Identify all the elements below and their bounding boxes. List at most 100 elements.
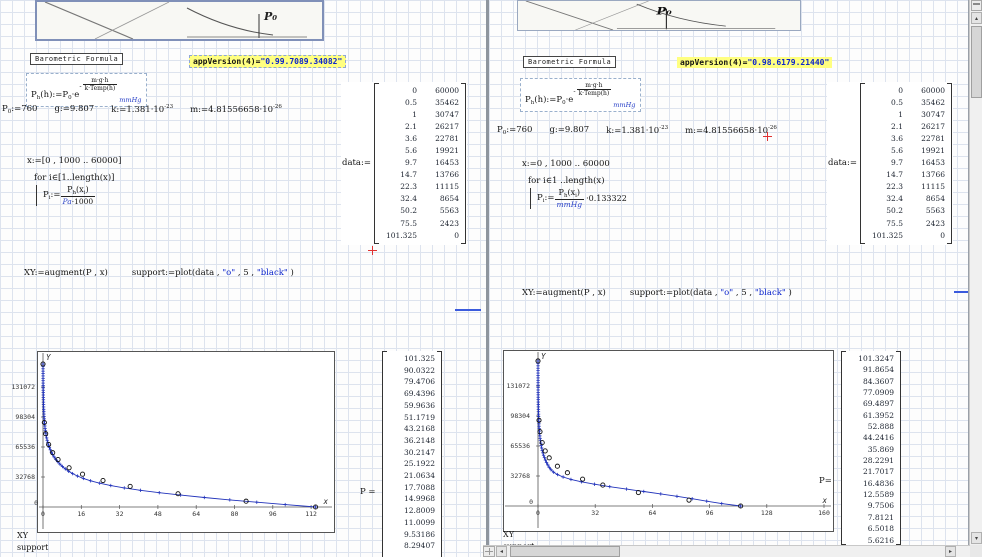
figure-drawing: P₀ — [37, 2, 322, 39]
vector-value: 11.0099 — [389, 517, 435, 529]
data-matrix-region[interactable]: data:= 0600000.5354621307472.1262173.622… — [827, 82, 953, 245]
app-version-region[interactable]: appVersion(4)="0.99.7089.34082" — [189, 55, 346, 68]
loop-scope: Pi:= Ph(xi) Pa·1000 — [36, 185, 114, 206]
app-version-region[interactable]: appVersion(4)="0.98.6179.21440" — [677, 57, 832, 68]
x-range-definition[interactable]: x:=0 , 1000 .. 60000 — [522, 159, 610, 169]
formula-exponent-minus: - — [573, 87, 575, 95]
next-regions-labels[interactable]: XY support — [17, 530, 48, 554]
const-g: g:=9.807 — [54, 104, 94, 115]
matrix-row: 22.311115 — [867, 181, 945, 193]
svg-text:98304: 98304 — [15, 413, 35, 421]
p-result-label: P= — [819, 476, 832, 486]
vector-value: 69.4897 — [848, 398, 894, 409]
vector-value: 16.4836 — [848, 478, 894, 489]
vertical-scroll-thumb[interactable] — [971, 26, 982, 98]
xy-support-row[interactable]: XY:=augment(P , x)support:=plot(data , "… — [24, 268, 294, 278]
app-version-call: appVersion(4)= — [193, 57, 260, 66]
data-matrix-region[interactable]: data:= 0600000.5354621307472.1262173.622… — [341, 82, 467, 245]
matrix-row: 130747 — [381, 109, 459, 121]
const-p0: P0:=760 — [497, 125, 532, 136]
for-loop-region[interactable]: for i∈1 ..length(x) Pi:= Ph(xi) mmHg ·0.… — [528, 176, 627, 209]
p-result-vector[interactable]: P = 101.32590.032279.470669.439659.96365… — [382, 351, 442, 557]
data-matrix-brackets: 0600000.5354621307472.1262173.6227815.61… — [374, 83, 466, 244]
figure-image[interactable]: P₀ — [517, 0, 801, 31]
vector-value: 21.7017 — [848, 466, 894, 477]
barometric-formula-region[interactable]: Ph(h):=P0·e-m·g·hk·Temp(h)mmHg — [26, 73, 147, 107]
svg-text:Y: Y — [46, 353, 51, 362]
region-title-box[interactable]: Barometric Formula — [523, 56, 616, 68]
support-region-label[interactable]: support — [17, 542, 48, 554]
vector-value: 79.4706 — [389, 376, 435, 388]
barometric-formula-region[interactable]: Ph(h):=P0·e-m·g·hk·Temp(h)mmHg — [520, 78, 641, 112]
matrix-row: 75.52423 — [381, 218, 459, 230]
scroll-up-icon[interactable]: ▴ — [971, 12, 982, 24]
vector-value: 35.869 — [848, 444, 894, 455]
p-result-vector[interactable]: P= 101.324791.865484.360777.090969.48976… — [841, 351, 901, 545]
p-assign-lhs: Pi:= — [537, 193, 555, 204]
constants-row[interactable]: P0:=760 g:=9.807 k:=1.381·10-23 m:=4.815… — [2, 104, 282, 115]
matrix-row: 32.48654 — [381, 193, 459, 205]
svg-text:0: 0 — [536, 509, 540, 517]
const-k: k:=1.381·10-23 — [606, 125, 668, 136]
scroll-down-icon[interactable]: ▾ — [971, 532, 982, 544]
scrollbar-corner — [970, 545, 982, 557]
svg-text:32: 32 — [591, 509, 599, 517]
horizontal-scrollbar[interactable]: ◂ ▸ — [483, 545, 970, 557]
matrix-row: 060000 — [867, 85, 945, 97]
matrix-row: 9.716453 — [867, 157, 945, 169]
xy-region-label[interactable]: XY — [503, 529, 534, 541]
scroll-right-icon[interactable]: ▸ — [945, 546, 956, 557]
xy-support-row[interactable]: XY:=augment(P , x)support:=plot(data , "… — [522, 288, 792, 298]
region-title-box[interactable]: Barometric Formula — [30, 53, 123, 65]
vector-value: 8.29407 — [389, 540, 435, 552]
vector-value: 5.6216 — [848, 535, 894, 546]
p-fraction: Ph(xi) mmHg — [555, 188, 585, 209]
vector-value: 101.325 — [389, 353, 435, 365]
window-split-icon[interactable] — [971, 0, 982, 11]
for-line: for i∈[1..length(x)] — [34, 173, 114, 183]
p-suffix: ·0.133322 — [586, 194, 627, 203]
scroll-left-icon[interactable]: ◂ — [496, 546, 507, 557]
xy-region-label[interactable]: XY — [17, 530, 48, 542]
worksheet-left[interactable]: P₀ Barometric Formula appVersion(4)="0.9… — [0, 0, 486, 557]
grid-toggle-icon[interactable] — [483, 546, 495, 557]
formula-lhs: Ph(h):=P0·e — [31, 90, 79, 100]
insertion-cursor-icon[interactable] — [763, 132, 772, 141]
constants-row[interactable]: P0:=760 g:=9.807 k:=1.381·10-23 m:=4.815… — [497, 125, 777, 136]
formula-unit: mmHg — [119, 96, 141, 104]
matrix-row: 0.535462 — [381, 97, 459, 109]
vector-value: 14.9968 — [389, 493, 435, 505]
svg-text:Y: Y — [541, 352, 546, 361]
horizontal-scroll-thumb[interactable] — [510, 546, 620, 557]
p-vector-values: 101.32590.032279.470669.439659.963651.17… — [389, 353, 435, 552]
app-version-value: "0.99.7089.34082" — [260, 57, 342, 66]
support-definition: support:=plot(data , "o" , 5 , "black" ) — [630, 288, 792, 298]
p-vector-brackets: 101.324791.865484.360777.090969.489761.3… — [841, 351, 901, 545]
pressure-plot[interactable]: 32768655369830413107200163248648096112Yx — [4, 350, 336, 534]
const-k: k:=1.381·10-23 — [111, 104, 173, 115]
loop-scope: Pi:= Ph(xi) mmHg ·0.133322 — [530, 188, 627, 209]
matrix-row: 32.48654 — [867, 193, 945, 205]
matrix-row: 50.25563 — [381, 205, 459, 217]
const-g: g:=9.807 — [549, 125, 589, 136]
for-loop-region[interactable]: for i∈[1..length(x)] Pi:= Ph(xi) Pa·1000 — [34, 173, 114, 206]
vertical-scrollbar[interactable]: ▴ ▾ — [969, 0, 982, 557]
matrix-row: 5.619921 — [381, 145, 459, 157]
p-den-unit: Pa — [63, 197, 72, 206]
formula-exponent-fraction: m·g·hk·Temp(h) — [83, 77, 118, 92]
insertion-cursor-icon[interactable] — [368, 246, 377, 255]
figure-p0-label: P₀ — [263, 10, 277, 23]
worksheet-right[interactable]: P₀ Barometric Formula appVersion(4)="0.9… — [489, 0, 968, 557]
svg-text:131072: 131072 — [507, 382, 531, 390]
figure-image[interactable]: P₀ — [35, 0, 324, 41]
x-range-definition[interactable]: x:=[0 , 1000 .. 60000] — [27, 156, 121, 166]
svg-text:32768: 32768 — [15, 473, 35, 481]
matrix-row: 060000 — [381, 85, 459, 97]
svg-text:98304: 98304 — [510, 412, 530, 420]
svg-text:0: 0 — [529, 498, 533, 506]
svg-text:128: 128 — [761, 509, 773, 517]
matrix-row: 22.311115 — [381, 181, 459, 193]
vector-value: 52.888 — [848, 421, 894, 432]
pressure-plot[interactable]: 32768655369830413107200326496128160Yx — [503, 349, 835, 533]
const-p0: P0:=760 — [2, 104, 37, 115]
